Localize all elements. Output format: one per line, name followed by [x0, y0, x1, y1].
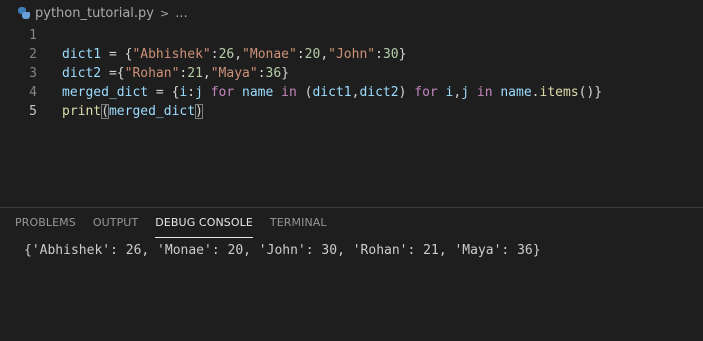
code-text: print(merged_dict): [62, 102, 203, 121]
code-token: 30: [382, 47, 399, 62]
code-token: "Rohan": [124, 66, 180, 81]
code-line: 5 print(merged_dict): [0, 102, 703, 121]
code-token: ={: [108, 66, 125, 81]
code-token: ,: [202, 66, 211, 81]
line-number: 3: [29, 66, 37, 81]
code-token: dict2: [62, 66, 109, 81]
line-number: 1: [29, 28, 37, 43]
code-token: 26: [218, 47, 235, 62]
code-token: name: [492, 85, 532, 100]
breadcrumb: python_tutorial.py > ...: [0, 0, 703, 26]
code-line: 2 dict1 = {"Abhishek":26,"Monae":20,"Joh…: [0, 45, 703, 64]
code-token: ): [195, 104, 203, 119]
code-line: 1: [0, 26, 703, 45]
code-token: ): [398, 85, 415, 100]
code-editor[interactable]: 1 2 dict1 = {"Abhishek":26,"Monae":20,"J…: [0, 26, 703, 121]
code-token: ()}: [578, 85, 603, 100]
code-token: .: [531, 85, 540, 100]
panel-tab-bar: PROBLEMS OUTPUT DEBUG CONSOLE TERMINAL: [15, 216, 344, 238]
code-token: ,: [320, 47, 329, 62]
line-number: 5: [29, 104, 37, 119]
tab-debug-console[interactable]: DEBUG CONSOLE: [155, 216, 253, 238]
tab-problems[interactable]: PROBLEMS: [15, 216, 76, 238]
code-token: in: [476, 85, 493, 100]
code-token: dict1: [312, 85, 352, 100]
code-text: dict1 = {"Abhishek":26,"Monae":20,"John"…: [62, 45, 406, 64]
tab-output[interactable]: OUTPUT: [93, 216, 138, 238]
code-token: "Abhishek": [132, 47, 211, 62]
code-token: i: [437, 85, 454, 100]
code-token: :: [257, 66, 266, 81]
code-token: 36: [265, 66, 282, 81]
code-token: merged_dict: [108, 104, 196, 119]
panel-divider[interactable]: [0, 207, 703, 208]
code-token: {: [163, 85, 180, 100]
code-token: for: [414, 85, 438, 100]
chevron-right-icon: >: [159, 6, 170, 20]
code-token: {: [116, 47, 133, 62]
code-token: items: [539, 85, 579, 100]
code-line: 3 dict2 ={"Rohan":21,"Maya":36}: [0, 64, 703, 83]
code-token: }: [398, 47, 407, 62]
code-token: }: [281, 66, 290, 81]
code-line: 4 merged_dict = {i:j for name in (dict1,…: [0, 83, 703, 102]
code-token: :: [187, 85, 196, 100]
line-number: 2: [29, 47, 37, 62]
code-token: 20: [304, 47, 321, 62]
breadcrumb-more[interactable]: ...: [175, 6, 187, 21]
code-token: :: [296, 47, 305, 62]
code-token: (: [296, 85, 313, 100]
code-token: "Monae": [242, 47, 297, 62]
code-token: for: [210, 85, 235, 100]
code-token: j: [461, 85, 477, 100]
code-token: in: [281, 85, 297, 100]
code-token: 21: [187, 66, 203, 81]
code-token: dict2: [359, 85, 399, 100]
line-number: 4: [29, 85, 37, 100]
python-file-icon: [18, 7, 30, 19]
code-token: =: [108, 47, 117, 62]
code-text: merged_dict = {i:j for name in (dict1,di…: [62, 83, 602, 102]
code-token: =: [155, 85, 164, 100]
code-text: dict2 ={"Rohan":21,"Maya":36}: [62, 64, 289, 83]
code-token: ,: [234, 47, 243, 62]
code-token: j: [195, 85, 211, 100]
code-token: "Maya": [210, 66, 258, 81]
code-token: name: [234, 85, 282, 100]
code-token: :: [375, 47, 383, 62]
code-token: print: [62, 104, 102, 119]
code-token: merged_dict: [62, 85, 156, 100]
code-token: "John": [328, 47, 376, 62]
debug-console-output: {'Abhishek': 26, 'Monae': 20, 'John': 30…: [24, 243, 541, 258]
tab-terminal[interactable]: TERMINAL: [270, 216, 327, 238]
code-token: (: [101, 104, 109, 119]
breadcrumb-file-name[interactable]: python_tutorial.py: [35, 6, 154, 21]
code-token: dict1: [62, 47, 109, 62]
code-token: :: [210, 47, 219, 62]
